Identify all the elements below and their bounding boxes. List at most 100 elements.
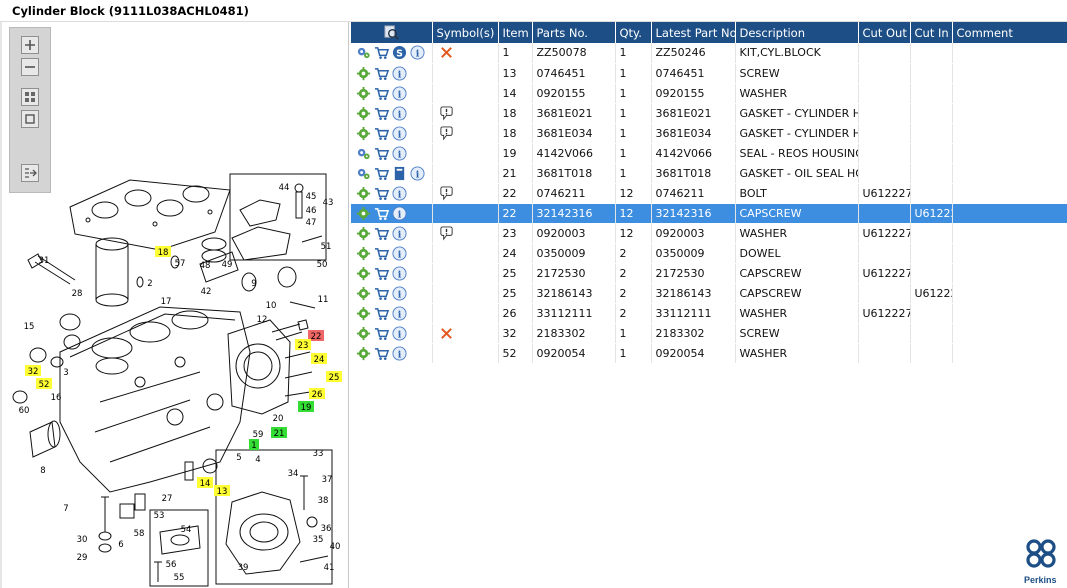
info-icon[interactable]: i (410, 45, 425, 60)
cart-icon[interactable] (374, 246, 389, 261)
gear-icon[interactable] (356, 326, 371, 341)
column-header-cut-in[interactable]: Cut In (910, 22, 953, 43)
callout-8[interactable]: 8 (40, 466, 45, 476)
gear-icon[interactable] (356, 306, 371, 321)
table-row[interactable]: Si 1 ZZ50078 1 ZZ50246 KIT,CYL.BLOCK (351, 43, 1067, 64)
info-icon[interactable]: i (392, 245, 407, 261)
column-header-description[interactable]: Description (735, 22, 859, 43)
callout-11[interactable]: 11 (318, 295, 329, 305)
table-row[interactable]: i2633112111233112111WASHERU612227Y (351, 303, 1067, 324)
info-icon[interactable]: i (392, 265, 407, 281)
table-row[interactable]: i220746211120746211BOLTU612227Y (351, 183, 1067, 204)
callout-58[interactable]: 58 (134, 529, 145, 539)
s-badge-icon[interactable]: S (392, 45, 407, 60)
table-row[interactable]: i213681T01813681T018GASKET - OIL SEAL HO… (351, 163, 1067, 184)
info-icon[interactable]: i (392, 205, 407, 221)
callout-32[interactable]: 32 (25, 365, 41, 377)
table-row[interactable]: i 24 0350009 2 0350009 DOWEL (351, 243, 1067, 264)
gear-icon[interactable] (356, 246, 371, 261)
cart-icon[interactable] (374, 186, 389, 201)
cart-icon[interactable] (374, 346, 389, 361)
gear-icon[interactable] (356, 106, 371, 121)
search-column-header[interactable] (351, 22, 433, 43)
cart-icon[interactable] (374, 126, 389, 141)
column-header-symbols[interactable]: Symbol(s) (432, 22, 499, 43)
callout-53[interactable]: 53 (154, 511, 165, 521)
search-icon[interactable] (384, 25, 399, 40)
callout-19[interactable]: 19 (298, 401, 314, 413)
info-icon[interactable]: i (392, 65, 407, 81)
callout-37[interactable]: 37 (322, 475, 333, 485)
gear-icon[interactable] (356, 86, 371, 101)
callout-24[interactable]: 24 (311, 353, 327, 365)
table-row[interactable]: i25217253022172530CAPSCREWU612227Y (351, 263, 1067, 284)
callout-33[interactable]: 33 (313, 449, 324, 459)
callout-50[interactable]: 50 (317, 260, 328, 270)
zoom-out-icon[interactable] (21, 58, 39, 76)
note-bubble-icon[interactable] (439, 105, 454, 121)
info-icon[interactable]: i (392, 85, 407, 101)
callout-46[interactable]: 46 (306, 206, 317, 216)
info-icon[interactable]: i (392, 325, 407, 341)
callout-38[interactable]: 38 (318, 496, 329, 506)
book-icon[interactable] (392, 166, 407, 181)
callout-1[interactable]: 1 (249, 439, 259, 451)
callout-15[interactable]: 15 (24, 322, 35, 332)
callout-51[interactable]: 51 (321, 242, 332, 252)
note-bubble-icon[interactable] (439, 125, 454, 141)
info-icon[interactable]: i (410, 165, 425, 181)
table-row[interactable]: i 13 0746451 1 0746451 SCREW (351, 63, 1067, 84)
info-icon[interactable]: i (392, 105, 407, 121)
info-icon[interactable]: i (392, 305, 407, 321)
fit-window-icon[interactable] (21, 110, 39, 128)
table-row[interactable]: i2532186143232186143CAPSCREWU61222 (351, 283, 1067, 304)
callout-21[interactable]: 21 (271, 427, 287, 439)
callout-25[interactable]: 25 (326, 371, 342, 383)
info-icon[interactable]: i (392, 225, 407, 241)
callout-20[interactable]: 20 (273, 414, 284, 424)
cart-icon[interactable] (374, 306, 389, 321)
callout-54[interactable]: 54 (181, 525, 192, 535)
column-header-cut-out[interactable]: Cut Out (858, 22, 911, 43)
table-row[interactable]: i 32 2183302 1 2183302 SCREW (351, 323, 1067, 344)
callout-34[interactable]: 34 (288, 469, 299, 479)
cart-icon[interactable] (374, 266, 389, 281)
callout-47[interactable]: 47 (306, 218, 317, 228)
send-to-icon[interactable] (21, 164, 39, 182)
callout-60[interactable]: 60 (19, 406, 30, 416)
callout-49[interactable]: 49 (222, 260, 233, 270)
cart-icon[interactable] (374, 226, 389, 241)
callout-6[interactable]: 6 (118, 540, 123, 550)
table-row[interactable]: i 14 0920155 1 0920155 WASHER (351, 83, 1067, 104)
gear-icon[interactable] (356, 286, 371, 301)
info-icon[interactable]: i (392, 125, 407, 141)
callout-23[interactable]: 23 (295, 339, 311, 351)
callout-52[interactable]: 52 (36, 378, 52, 390)
gear-icon[interactable] (356, 206, 371, 221)
callout-40[interactable]: 40 (330, 542, 341, 552)
callout-10[interactable]: 10 (266, 301, 277, 311)
gear-icon[interactable] (356, 346, 371, 361)
table-row[interactable]: i183681E02113681E021GASKET - CYLINDER HE… (351, 103, 1067, 124)
callout-44[interactable]: 44 (279, 183, 290, 193)
note-bubble-icon[interactable] (439, 185, 454, 201)
cart-icon[interactable] (374, 286, 389, 301)
table-row[interactable]: i 19 4142V066 1 4142V066 SEAL - REOS HOUSING (351, 143, 1067, 164)
gear-icon[interactable] (356, 126, 371, 141)
callout-28[interactable]: 28 (72, 289, 83, 299)
callout-13[interactable]: 13 (214, 485, 230, 497)
table-row[interactable]: i 52 0920054 1 0920054 WASHER (351, 343, 1067, 364)
callout-30[interactable]: 30 (77, 535, 88, 545)
fit-all-icon[interactable] (21, 88, 39, 106)
column-header-comment[interactable]: Comment (952, 22, 1067, 43)
callout-31[interactable]: 31 (39, 256, 50, 266)
gear-icon[interactable] (356, 66, 371, 81)
info-icon[interactable]: i (392, 345, 407, 361)
column-header-qty[interactable]: Qty. (615, 22, 652, 43)
gears-icon[interactable] (356, 146, 371, 161)
gear-icon[interactable] (356, 226, 371, 241)
column-header-latest-part-no[interactable]: Latest Part No. (651, 22, 736, 43)
callout-39[interactable]: 39 (238, 563, 249, 573)
note-bubble-icon[interactable] (439, 225, 454, 241)
callout-45[interactable]: 45 (306, 192, 317, 202)
